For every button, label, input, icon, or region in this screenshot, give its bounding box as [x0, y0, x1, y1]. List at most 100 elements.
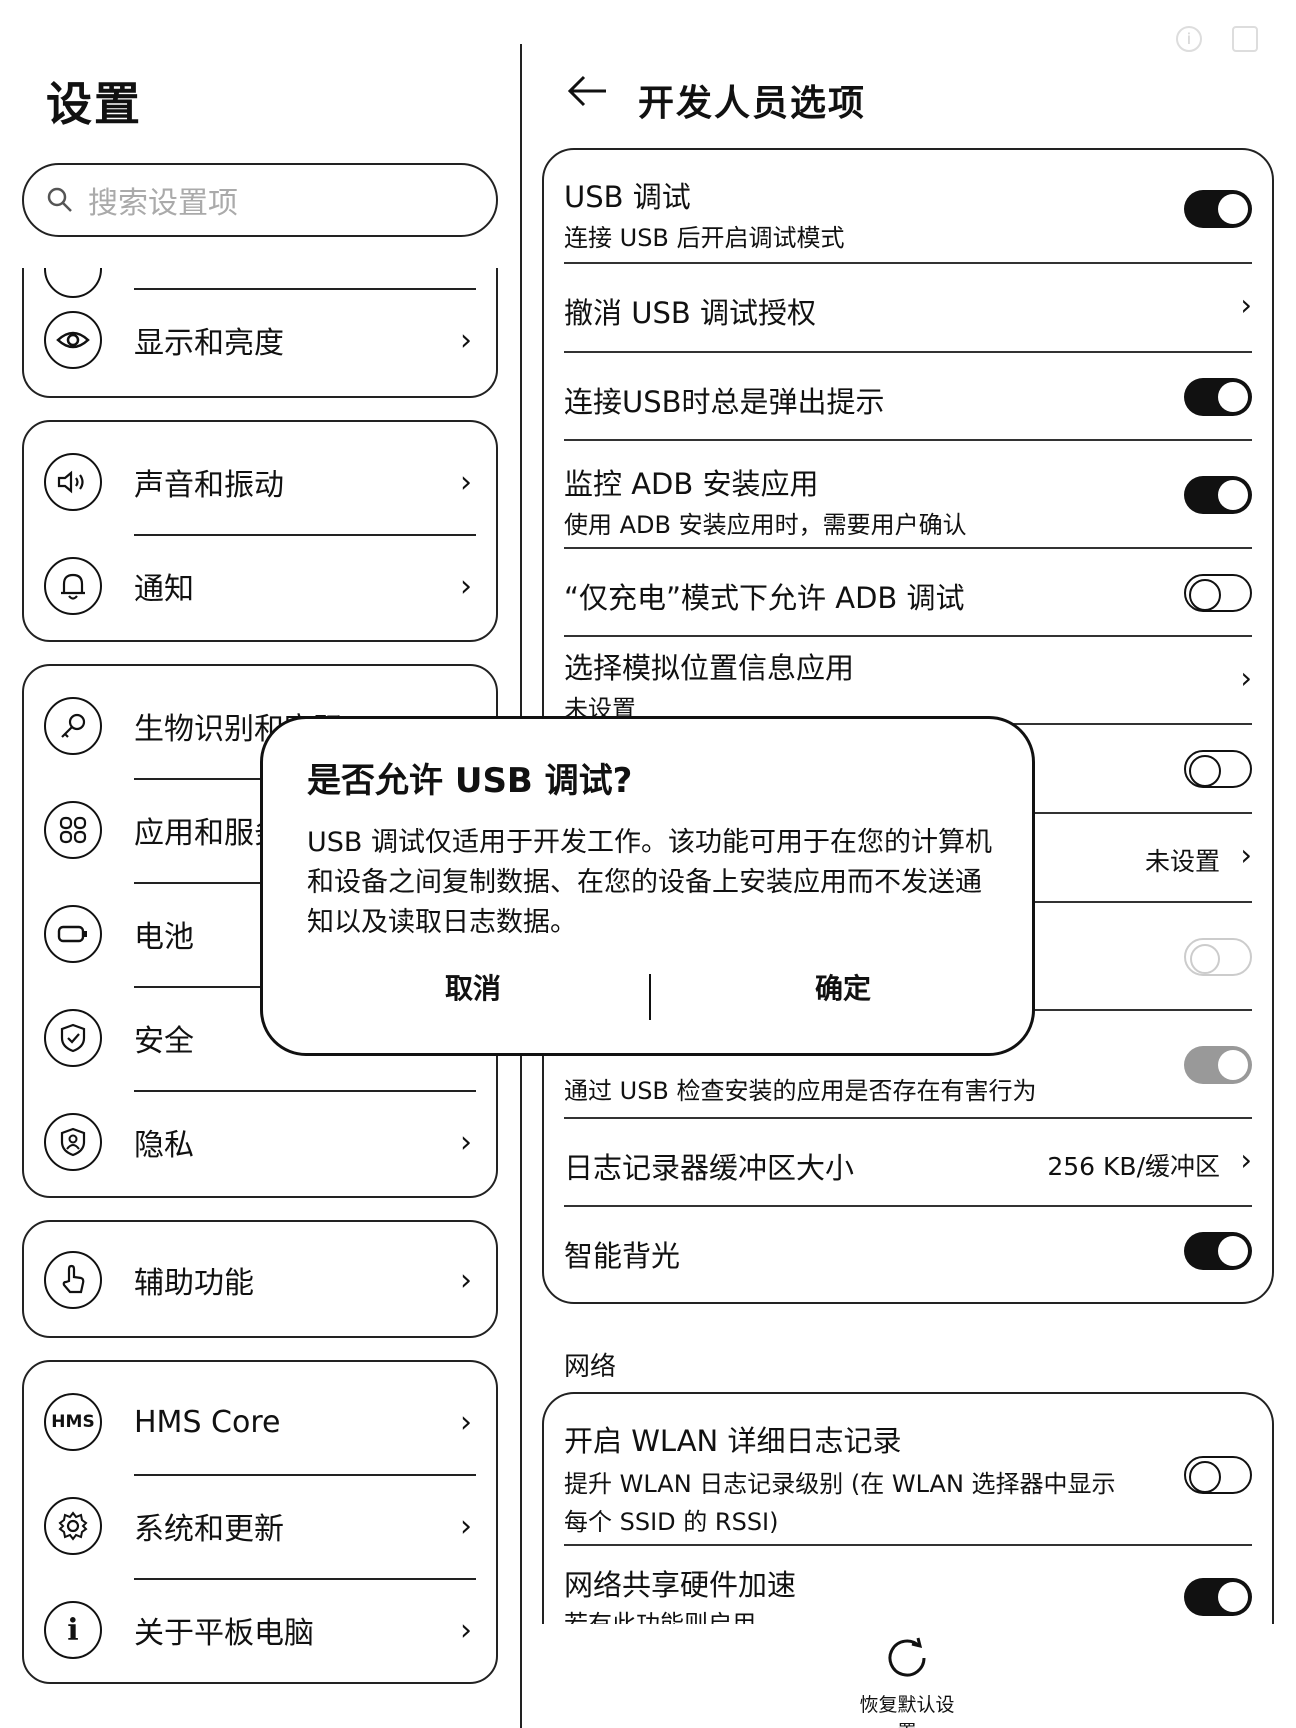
confirm-button[interactable]: 确定	[693, 967, 993, 1007]
chevron-right-icon: ›	[460, 1124, 472, 1160]
sidebar-item-label: 隐私	[134, 1128, 194, 1163]
sidebar-item-about-tablet[interactable]: i 关于平板电脑 ›	[24, 1578, 496, 1682]
row-title: 智能背光	[564, 1239, 681, 1273]
privacy-shield-icon	[44, 1113, 102, 1171]
sidebar-item-label: 声音和振动	[134, 468, 284, 503]
sidebar-item-display[interactable]: 显示和亮度 ›	[24, 288, 496, 392]
dialog-title: 是否允许 USB 调试?	[307, 761, 633, 801]
hand-pointer-icon	[44, 1251, 102, 1309]
section-label-network: 网络	[564, 1352, 617, 1382]
row-title: 选择模拟位置信息应用	[564, 651, 855, 685]
row-usb-prompt[interactable]: 连接USB时总是弹出提示	[544, 353, 1272, 441]
settings-title: 设置	[46, 77, 142, 131]
row-smart-backlight[interactable]: 智能背光	[544, 1207, 1272, 1296]
sidebar-item-label: 显示和亮度	[134, 326, 284, 361]
usb-debug-dialog: 是否允许 USB 调试? USB 调试仅适用于开发工作。该功能可用于在您的计算机…	[260, 716, 1035, 1056]
row-title: USB 调试	[564, 180, 691, 214]
row-title: “仅充电”模式下允许 ADB 调试	[564, 581, 965, 615]
row-subtitle: 连接 USB 后开启调试模式	[564, 224, 845, 252]
key-icon	[44, 697, 102, 755]
network-options-card: 开启 WLAN 详细日志记录 提升 WLAN 日志记录级别 (在 WLAN 选择…	[542, 1392, 1274, 1624]
usb-debugging-toggle[interactable]	[1184, 190, 1252, 228]
usb-prompt-toggle[interactable]	[1184, 378, 1252, 416]
row-charge-only-adb[interactable]: “仅充电”模式下允许 ADB 调试	[544, 549, 1272, 637]
row-title: 撤消 USB 调试授权	[564, 296, 816, 330]
cancel-button[interactable]: 取消	[323, 967, 623, 1007]
hms-icon: HMS	[44, 1393, 102, 1451]
row-subtitle: 提升 WLAN 日志记录级别 (在 WLAN 选择器中显示	[564, 1470, 1116, 1498]
eye-icon	[44, 311, 102, 369]
chevron-right-icon: ›	[460, 1404, 472, 1440]
sidebar-item-label: 电池	[134, 920, 194, 955]
back-arrow-icon[interactable]	[566, 74, 608, 108]
row-subtitle: 通过 USB 检查安装的应用是否存在有害行为	[564, 1077, 1037, 1105]
item-divider	[134, 1578, 476, 1580]
wlan-log-toggle[interactable]	[1184, 1456, 1252, 1494]
chevron-right-icon: ›	[1240, 1143, 1252, 1177]
battery-icon	[44, 905, 102, 963]
sidebar-item-privacy[interactable]: 隐私 ›	[24, 1090, 496, 1194]
bell-icon	[44, 557, 102, 615]
restore-icon	[888, 1637, 926, 1677]
chevron-right-icon: ›	[460, 464, 472, 500]
row-title: 开启 WLAN 详细日志记录	[564, 1424, 902, 1458]
item-divider	[134, 1090, 476, 1092]
chevron-right-icon: ›	[460, 1262, 472, 1298]
dialog-button-divider	[649, 974, 651, 1020]
sidebar-item-hms-core[interactable]: HMS HMS Core ›	[24, 1370, 496, 1474]
apps-grid-icon	[44, 801, 102, 859]
gear-icon	[44, 1497, 102, 1555]
shield-check-icon	[44, 1009, 102, 1067]
chevron-right-icon: ›	[460, 1612, 472, 1648]
row-mock-location-app[interactable]: 选择模拟位置信息应用 未设置 ›	[544, 637, 1272, 725]
disabled-toggle	[1184, 938, 1252, 976]
settings-card-accessibility: 辅助功能 ›	[22, 1220, 498, 1338]
restore-label: 恢复默认设置	[859, 1694, 955, 1728]
row-subtitle: 每个 SSID 的 RSSI)	[564, 1508, 779, 1536]
chevron-right-icon: ›	[460, 568, 472, 604]
row-title: 日志记录器缓冲区大小	[564, 1151, 855, 1185]
row-subtitle: 使用 ADB 安装应用时，需要用户确认	[564, 511, 967, 539]
row-usb-debugging[interactable]: USB 调试 连接 USB 后开启调试模式	[544, 150, 1272, 264]
tether-hw-toggle[interactable]	[1184, 1578, 1252, 1616]
chevron-right-icon: ›	[1240, 288, 1252, 322]
search-bar[interactable]: 搜索设置项	[22, 163, 498, 237]
row-tethering-hw-accel[interactable]: 网络共享硬件加速 若有此功能则启用	[544, 1546, 1272, 1624]
info-icon: i	[44, 1601, 102, 1659]
sidebar-item-label: 安全	[134, 1024, 194, 1059]
sidebar-item-notifications[interactable]: 通知 ›	[24, 534, 496, 638]
row-subtitle: 若有此功能则启用	[564, 1610, 756, 1624]
search-icon	[47, 187, 72, 212]
sidebar-item-label: 通知	[134, 572, 194, 607]
item-divider	[134, 288, 476, 290]
dialog-message: USB 调试仅适用于开发工作。该功能可用于在您的计算机和设备之间复制数据、在您的…	[307, 827, 993, 938]
row-revoke-usb-auth[interactable]: 撤消 USB 调试授权 ›	[544, 264, 1272, 353]
row-title: 监控 ADB 安装应用	[564, 467, 819, 501]
row-title: 连接USB时总是弹出提示	[564, 385, 885, 419]
settings-card-sound: 声音和振动 › 通知 ›	[22, 420, 498, 642]
row-wlan-verbose-log[interactable]: 开启 WLAN 详细日志记录 提升 WLAN 日志记录级别 (在 WLAN 选择…	[544, 1394, 1272, 1546]
charge-only-adb-toggle[interactable]	[1184, 574, 1252, 612]
row-title: 网络共享硬件加速	[564, 1568, 797, 1602]
smart-backlight-toggle[interactable]	[1184, 1232, 1252, 1270]
sidebar-item-sound[interactable]: 声音和振动 ›	[24, 430, 496, 534]
row-adb-install-monitor[interactable]: 监控 ADB 安装应用 使用 ADB 安装应用时，需要用户确认	[544, 441, 1272, 549]
adb-monitor-toggle[interactable]	[1184, 476, 1252, 514]
hidden-option-toggle[interactable]	[1184, 750, 1252, 788]
row-value: 未设置	[1144, 847, 1220, 876]
status-icons: i	[1176, 26, 1258, 52]
window-status-icon	[1232, 26, 1258, 52]
sidebar-item-accessibility[interactable]: 辅助功能 ›	[24, 1228, 496, 1332]
info-status-icon: i	[1176, 26, 1202, 52]
chevron-right-icon: ›	[1240, 838, 1252, 872]
sidebar-item-system-update[interactable]: 系统和更新 ›	[24, 1474, 496, 1578]
search-placeholder: 搜索设置项	[88, 186, 238, 221]
sidebar-item-label: 关于平板电脑	[134, 1616, 314, 1651]
item-divider	[134, 1474, 476, 1476]
settings-card-display: 显示和亮度 ›	[22, 268, 498, 398]
row-log-buffer-size[interactable]: 日志记录器缓冲区大小 256 KB/缓冲区 ›	[544, 1119, 1272, 1207]
chevron-right-icon: ›	[460, 322, 472, 358]
row-value: 256 KB/缓冲区	[1047, 1152, 1220, 1181]
restore-defaults-button[interactable]: 恢复默认设置	[852, 1636, 962, 1728]
usb-verify-toggle[interactable]	[1184, 1046, 1252, 1084]
